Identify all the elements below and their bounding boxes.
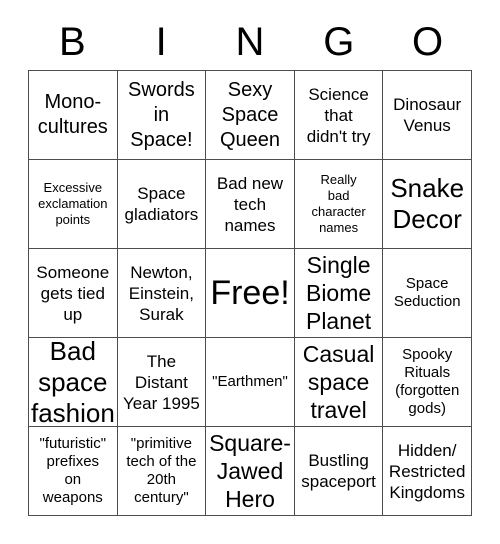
bingo-header-letter-o: O — [412, 20, 444, 64]
bingo-cell-r3c2[interactable]: Newton, Einstein, Surak — [117, 249, 207, 338]
bingo-cell-label: Casual space travel — [302, 341, 375, 423]
bingo-grid: Mono- cultures Swords in Space! Sexy Space… — [28, 70, 472, 516]
bingo-cell-label: Bad space fashion — [31, 338, 115, 427]
bingo-cell-label: Swords in Space! — [128, 78, 195, 151]
bingo-cell-r1c4[interactable]: Science that didn't try — [294, 71, 384, 160]
bingo-cell-r4c4[interactable]: Casual space travel — [294, 338, 384, 427]
bingo-card: B I N G O Mono- cultures Swords in Space!… — [0, 0, 500, 544]
bingo-cell-label: The Distant Year 1995 — [122, 351, 200, 413]
bingo-cell-r1c3[interactable]: Sexy Space Queen — [206, 71, 295, 160]
bingo-cell-label: Sexy Space Queen — [219, 78, 281, 151]
bingo-cell-r1c2[interactable]: Swords in Space! — [117, 71, 207, 160]
bingo-cell-label: Excessive exclamation points — [38, 180, 108, 227]
bingo-cell-r4c3[interactable]: "Earthmen" — [206, 338, 295, 427]
bingo-header-letter-n: N — [235, 20, 265, 64]
bingo-cell-r2c1[interactable]: Excessive exclamation points — [29, 160, 118, 249]
bingo-cell-r2c4[interactable]: Really bad character names — [294, 160, 384, 249]
bingo-cell-label: Square- Jawed Hero — [209, 430, 291, 512]
bingo-cell-label: Newton, Einstein, Surak — [128, 262, 194, 324]
bingo-header-letter-b: B — [59, 20, 86, 64]
bingo-cell-label: Spooky Rituals (forgotten gods) — [395, 346, 460, 417]
bingo-cell-r4c1[interactable]: Bad space fashion — [29, 338, 118, 427]
bingo-cell-label: Snake Decor — [390, 173, 465, 234]
bingo-cell-r3c3[interactable]: Free! — [206, 249, 295, 338]
bingo-cell-label: "Earthmen" — [212, 373, 288, 390]
bingo-cell-r5c3[interactable]: Square- Jawed Hero — [206, 427, 295, 516]
bingo-cell-r2c2[interactable]: Space gladiators — [117, 160, 207, 249]
bingo-header-row: B I N G O — [28, 14, 472, 70]
bingo-cell-label: Space gladiators — [124, 184, 199, 224]
bingo-cell-r5c4[interactable]: Bustling spaceport — [294, 427, 384, 516]
bingo-cell-r5c1[interactable]: "futuristic" prefixes on weapons — [29, 427, 118, 516]
bingo-cell-r4c2[interactable]: The Distant Year 1995 — [117, 338, 207, 427]
bingo-cell-label: Really bad character names — [311, 172, 366, 235]
bingo-cell-r2c5[interactable]: Snake Decor — [383, 160, 472, 249]
bingo-cell-label: Dinosaur Venus — [393, 95, 462, 135]
bingo-cell-label: Bustling spaceport — [301, 451, 376, 491]
bingo-cell-label: Hidden/ Restricted Kingdoms — [388, 440, 466, 502]
bingo-cell-label: "primitive tech of the 20th century" — [126, 435, 197, 506]
bingo-cell-label: Science that didn't try — [306, 84, 371, 146]
bingo-cell-label: Single Biome Planet — [305, 252, 372, 334]
bingo-cell-label: Bad new tech names — [216, 173, 284, 235]
bingo-cell-r3c5[interactable]: Space Seduction — [383, 249, 472, 338]
bingo-cell-r3c1[interactable]: Someone gets tied up — [29, 249, 118, 338]
bingo-cell-r3c4[interactable]: Single Biome Planet — [294, 249, 384, 338]
bingo-cell-r2c3[interactable]: Bad new tech names — [206, 160, 295, 249]
bingo-header-letter-i: I — [155, 20, 167, 64]
bingo-cell-label: "futuristic" prefixes on weapons — [39, 435, 107, 506]
bingo-cell-r1c1[interactable]: Mono- cultures — [29, 71, 118, 160]
bingo-header-letter-g: G — [323, 20, 355, 64]
bingo-cell-r1c5[interactable]: Dinosaur Venus — [383, 71, 472, 160]
bingo-cell-label: Free! — [210, 274, 290, 312]
bingo-cell-r4c5[interactable]: Spooky Rituals (forgotten gods) — [383, 338, 472, 427]
bingo-cell-label: Space Seduction — [393, 275, 461, 310]
bingo-cell-r5c5[interactable]: Hidden/ Restricted Kingdoms — [383, 427, 472, 516]
bingo-cell-label: Mono- cultures — [37, 91, 108, 138]
bingo-cell-r5c2[interactable]: "primitive tech of the 20th century" — [117, 427, 207, 516]
bingo-cell-label: Someone gets tied up — [36, 262, 110, 324]
